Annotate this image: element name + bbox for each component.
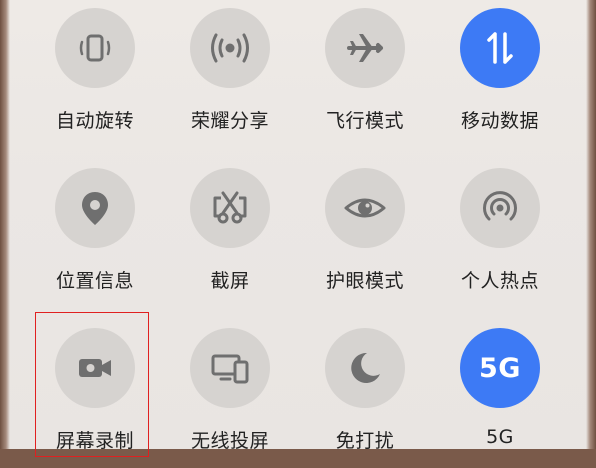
screen-record-toggle[interactable] bbox=[55, 328, 135, 408]
airplane-icon bbox=[347, 34, 383, 62]
tile-screenshot[interactable]: 截屏 bbox=[170, 168, 290, 308]
tile-label: 5G bbox=[486, 426, 514, 448]
share-broadcast-icon bbox=[211, 33, 249, 63]
tile-hotspot[interactable]: 个人热点 bbox=[440, 168, 560, 308]
tile-wireless-projection[interactable]: 无线投屏 bbox=[170, 328, 290, 468]
honor-share-toggle[interactable] bbox=[190, 8, 270, 88]
video-camera-icon bbox=[79, 359, 111, 377]
tile-mobile-data[interactable]: 移动数据 bbox=[440, 8, 560, 148]
do-not-disturb-toggle[interactable] bbox=[325, 328, 405, 408]
wireless-projection-toggle[interactable] bbox=[190, 328, 270, 408]
tile-label: 个人热点 bbox=[460, 270, 539, 292]
tile-label: 自动旋转 bbox=[55, 110, 134, 132]
eye-comfort-toggle[interactable] bbox=[325, 168, 405, 248]
tile-do-not-disturb[interactable]: 免打扰 bbox=[305, 328, 425, 468]
5g-badge-icon: 5G bbox=[479, 352, 521, 384]
wallpaper-edge-left bbox=[0, 0, 10, 449]
wallpaper-edge-right bbox=[586, 0, 596, 449]
hotspot-toggle[interactable] bbox=[460, 168, 540, 248]
tile-airplane-mode[interactable]: 飞行模式 bbox=[305, 8, 425, 148]
quick-settings-panel: 自动旋转 荣耀分享 飞行模式 移动数据 位置信息 截屏 护眼模式 个人热点 屏幕… bbox=[0, 0, 596, 457]
location-toggle[interactable] bbox=[55, 168, 135, 248]
screen-cast-icon bbox=[211, 354, 249, 384]
moon-icon bbox=[351, 352, 380, 383]
hotspot-icon bbox=[483, 191, 517, 221]
tile-label: 飞行模式 bbox=[325, 110, 404, 132]
tile-auto-rotate[interactable]: 自动旋转 bbox=[35, 8, 155, 148]
auto-rotate-icon bbox=[79, 34, 111, 62]
tile-5g[interactable]: 5G 5G bbox=[440, 328, 560, 468]
eye-icon bbox=[344, 198, 386, 218]
mobile-data-arrows-icon bbox=[487, 32, 513, 64]
tile-label: 护眼模式 bbox=[325, 270, 404, 292]
auto-rotate-toggle[interactable] bbox=[55, 8, 135, 88]
mobile-data-toggle[interactable] bbox=[460, 8, 540, 88]
tile-label: 荣耀分享 bbox=[190, 110, 269, 132]
tile-location[interactable]: 位置信息 bbox=[35, 168, 155, 308]
screenshot-scissors-icon bbox=[213, 191, 247, 224]
screenshot-toggle[interactable] bbox=[190, 168, 270, 248]
location-pin-icon bbox=[82, 192, 108, 225]
5g-toggle[interactable]: 5G bbox=[460, 328, 540, 408]
tile-screen-record[interactable]: 屏幕录制 bbox=[35, 328, 155, 468]
tile-label: 位置信息 bbox=[55, 270, 134, 292]
tile-eye-comfort[interactable]: 护眼模式 bbox=[305, 168, 425, 308]
tile-label: 移动数据 bbox=[460, 110, 539, 132]
airplane-mode-toggle[interactable] bbox=[325, 8, 405, 88]
tile-label: 截屏 bbox=[210, 270, 250, 292]
tile-honor-share[interactable]: 荣耀分享 bbox=[170, 8, 290, 148]
